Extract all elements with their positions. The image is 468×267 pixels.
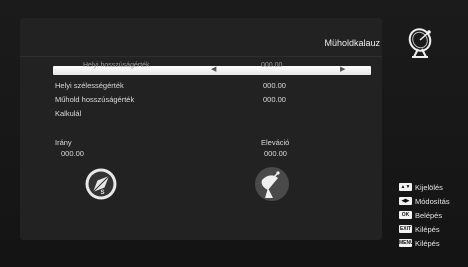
menu-key-icon: MENU	[399, 239, 414, 248]
menu-row-selected[interactable]: ◀ Helyi hosszúságérték 000.00 ▶	[53, 62, 371, 75]
legend-label: Kilépés	[415, 225, 440, 234]
compass-icon: N S	[84, 167, 118, 201]
menu-row-label: Helyi hosszúságérték	[83, 62, 150, 69]
menu-row-value: 000.00	[263, 95, 286, 104]
legend-label: Belépés	[415, 211, 443, 220]
legend-item-menu-exit: MENUKilépés	[399, 238, 465, 249]
legend-item-exit: EXIT Kilépés	[399, 224, 465, 235]
legend-item-select: ▲▼ Kijelölés	[399, 182, 465, 193]
menu-row-value: 000.00	[261, 62, 283, 69]
menu-row-label: Kalkulál	[55, 109, 82, 118]
legend-label: Kilépés	[415, 239, 440, 248]
svg-text:N: N	[97, 175, 101, 181]
legend-label: Kijelölés	[415, 183, 443, 192]
menu-row-label: Helyi szélességérték	[55, 81, 124, 90]
menu-row-sat-longitude[interactable]: Műhold hosszúságérték	[55, 94, 134, 105]
legend-label: Módosítás	[415, 197, 450, 206]
ok-key-icon: OK	[399, 211, 412, 220]
left-arrow-icon[interactable]: ◀	[211, 65, 216, 75]
direction-label: Irány	[55, 138, 72, 147]
right-arrow-icon[interactable]: ▶	[340, 65, 345, 75]
legend-item-enter: OK Belépés	[399, 210, 465, 221]
leftright-key-icon: ◀▶	[399, 197, 412, 206]
satellite-dish-icon	[402, 24, 438, 60]
menu-row-value: 000.00	[263, 81, 286, 90]
direction-value: 000.00	[61, 149, 84, 158]
page-title: Müholdkalauz	[324, 38, 380, 48]
exit-key-icon: EXIT	[399, 225, 412, 234]
updown-key-icon: ▲▼	[399, 183, 412, 192]
menu-row-calculate[interactable]: Kalkulál	[55, 108, 81, 119]
svg-text:S: S	[101, 190, 105, 196]
menu-row-latitude[interactable]: Helyi szélességérték	[55, 80, 124, 91]
title-divider	[20, 56, 382, 57]
menu-row-label: Műhold hosszúságérték	[55, 95, 135, 104]
satellite-dish-icon	[254, 166, 290, 202]
elevation-value: 000.00	[264, 149, 287, 158]
elevation-label: Eleváció	[261, 138, 290, 147]
legend-item-modify: ◀▶ Módosítás	[399, 196, 465, 207]
